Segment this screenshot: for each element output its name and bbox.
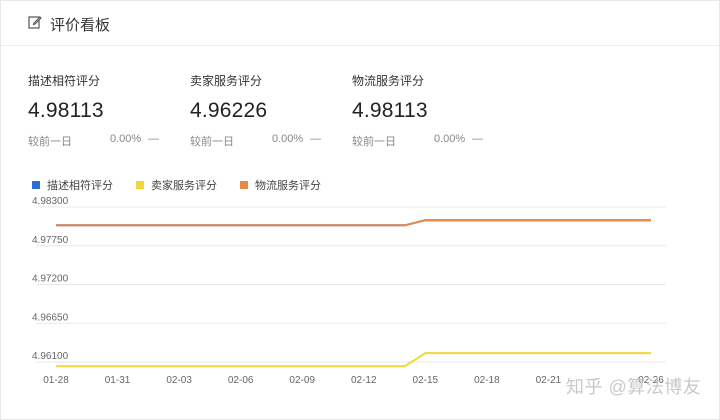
- x-tick-label: 01-28: [43, 375, 69, 386]
- legend-label: 卖家服务评分: [151, 180, 217, 192]
- legend-item-seller[interactable]: 卖家服务评分: [136, 177, 217, 193]
- metric-label: 物流服务评分: [352, 74, 425, 88]
- metric-compare-label: 较前一日: [190, 136, 234, 148]
- panel-header: 评价看板: [1, 1, 719, 46]
- metric-trend: —: [148, 133, 159, 145]
- metric-compare-label: 较前一日: [352, 136, 396, 148]
- series-line-3: [56, 219, 651, 227]
- legend-label: 描述相符评分: [47, 180, 113, 192]
- metric-description-match: 描述相符评分 4.98113 较前一日 0.00% —: [28, 73, 178, 148]
- legend-swatch: [32, 181, 40, 189]
- metric-label: 卖家服务评分: [190, 74, 263, 88]
- x-tick-label: 02-09: [289, 375, 315, 386]
- x-tick-label: 02-06: [228, 375, 254, 386]
- series-line-2: [56, 352, 651, 368]
- metric-seller-service: 卖家服务评分 4.96226 较前一日 0.00% —: [190, 73, 340, 148]
- metric-value: 4.98113: [352, 99, 428, 122]
- metric-change: 0.00%: [272, 133, 304, 145]
- metric-logistics-service: 物流服务评分 4.98113 较前一日 0.00% —: [352, 73, 502, 148]
- x-tick-label: 02-15: [413, 375, 439, 386]
- metric-compare-label: 较前一日: [28, 136, 72, 148]
- watermark: 知乎 @算法博友: [566, 377, 702, 397]
- y-tick-label: 4.96650: [32, 312, 69, 323]
- metric-value: 4.98113: [28, 99, 104, 122]
- x-tick-label: 01-31: [105, 375, 131, 386]
- legend-item-description[interactable]: 描述相符评分: [32, 177, 113, 193]
- edit-icon[interactable]: [28, 15, 42, 29]
- y-tick-label: 4.97750: [32, 235, 69, 246]
- x-tick-label: 02-18: [474, 375, 500, 386]
- metric-value: 4.96226: [190, 99, 268, 122]
- x-tick-label: 02-03: [166, 375, 192, 386]
- legend-label: 物流服务评分: [255, 180, 321, 192]
- legend-swatch: [136, 181, 144, 189]
- metric-trend: —: [472, 133, 483, 145]
- y-tick-label: 4.98300: [32, 196, 69, 207]
- x-tick-label: 02-12: [351, 375, 377, 386]
- evaluation-dashboard-panel: 评价看板 描述相符评分 4.98113 较前一日 0.00% — 卖家服务评分 …: [0, 0, 720, 420]
- legend-swatch: [240, 181, 248, 189]
- metric-label: 描述相符评分: [28, 74, 101, 88]
- metric-change: 0.00%: [434, 133, 466, 145]
- y-tick-label: 4.97200: [32, 274, 69, 285]
- metric-change: 0.00%: [110, 133, 142, 145]
- x-tick-label: 02-21: [536, 375, 562, 386]
- line-chart: 4.98300 4.97750 4.97200 4.96650 4.96100 01-28…: [32, 196, 666, 386]
- legend-item-logistics[interactable]: 物流服务评分: [240, 177, 321, 193]
- y-tick-label: 4.96100: [32, 351, 69, 362]
- metric-trend: —: [310, 133, 321, 145]
- panel-title: 评价看板: [50, 17, 111, 34]
- chart-legend: 描述相符评分 卖家服务评分 物流服务评分: [32, 177, 344, 193]
